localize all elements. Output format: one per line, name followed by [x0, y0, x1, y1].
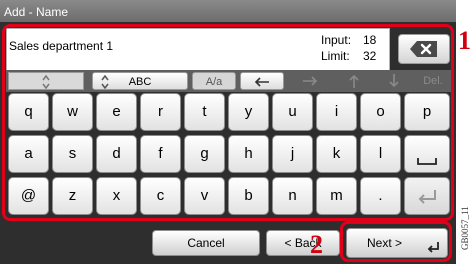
key-c[interactable]: c — [140, 177, 181, 215]
input-count-value: 18 — [363, 33, 377, 47]
key-h[interactable]: h — [228, 135, 269, 173]
key-j[interactable]: j — [272, 135, 313, 173]
arrow-up-icon — [349, 74, 359, 88]
cursor-right-key — [290, 72, 330, 90]
cursor-down-key — [376, 72, 412, 90]
key-b[interactable]: b — [228, 177, 269, 215]
next-label: Next > — [367, 236, 403, 250]
key-w[interactable]: w — [52, 93, 93, 131]
back-button[interactable]: < Back — [266, 230, 340, 256]
callout-1: 1 — [458, 26, 471, 55]
space-key[interactable] — [404, 135, 450, 173]
input-count-label: Input: — [321, 33, 352, 47]
arrow-down-icon — [389, 74, 399, 88]
key-a[interactable]: a — [8, 135, 49, 173]
key-d[interactable]: d — [96, 135, 137, 173]
input-text: Sales department 1 — [9, 39, 114, 53]
key-m[interactable]: m — [316, 177, 357, 215]
space-bar-icon — [417, 158, 437, 165]
key-y[interactable]: y — [228, 93, 269, 131]
key-e[interactable]: e — [96, 93, 137, 131]
key-r[interactable]: r — [140, 93, 181, 131]
key-g[interactable]: g — [184, 135, 225, 173]
key-i[interactable]: i — [316, 93, 357, 131]
abc-label: ABC — [128, 76, 152, 88]
backspace-x-icon — [410, 41, 437, 57]
key-o[interactable]: o — [360, 93, 401, 131]
arrow-left-icon — [254, 77, 269, 87]
toggle-key-left[interactable] — [8, 72, 84, 90]
up-down-toggle-icon — [101, 74, 109, 90]
key-t[interactable]: t — [184, 93, 225, 131]
key-z[interactable]: z — [52, 177, 93, 215]
key-k[interactable]: k — [316, 135, 357, 173]
backspace-button[interactable] — [398, 34, 450, 64]
delete-key: Del. — [423, 75, 443, 87]
enter-return-icon — [418, 190, 436, 204]
key-s[interactable]: s — [52, 135, 93, 173]
key-n[interactable]: n — [272, 177, 313, 215]
callout-2: 2 — [310, 230, 323, 259]
key-period[interactable]: . — [360, 177, 401, 215]
key-l[interactable]: l — [360, 135, 401, 173]
key-f[interactable]: f — [140, 135, 181, 173]
up-down-toggle-icon — [42, 74, 50, 90]
limit-count-label: Limit: — [321, 49, 350, 63]
next-button[interactable]: Next > — [346, 228, 448, 258]
key-x[interactable]: x — [96, 177, 137, 215]
cursor-up-key — [334, 72, 374, 90]
limit-count-value: 32 — [363, 49, 377, 63]
key-q[interactable]: q — [8, 93, 49, 131]
enter-return-icon — [427, 242, 439, 253]
figure-code: GB0057_11 — [460, 206, 470, 250]
abc-mode-key[interactable]: ABC — [92, 72, 188, 90]
enter-key — [404, 177, 450, 215]
window-title: Add - Name — [0, 0, 456, 24]
cursor-left-key[interactable] — [240, 72, 284, 90]
name-input-field[interactable]: Sales department 1 Input: 18 Limit: 32 — [6, 28, 390, 72]
key-p[interactable]: p — [404, 93, 450, 131]
arrow-right-icon — [303, 76, 318, 86]
key-u[interactable]: u — [272, 93, 313, 131]
cancel-button[interactable]: Cancel — [152, 230, 260, 256]
key-at[interactable]: @ — [8, 177, 49, 215]
case-key[interactable]: A/a — [192, 72, 236, 90]
key-v[interactable]: v — [184, 177, 225, 215]
